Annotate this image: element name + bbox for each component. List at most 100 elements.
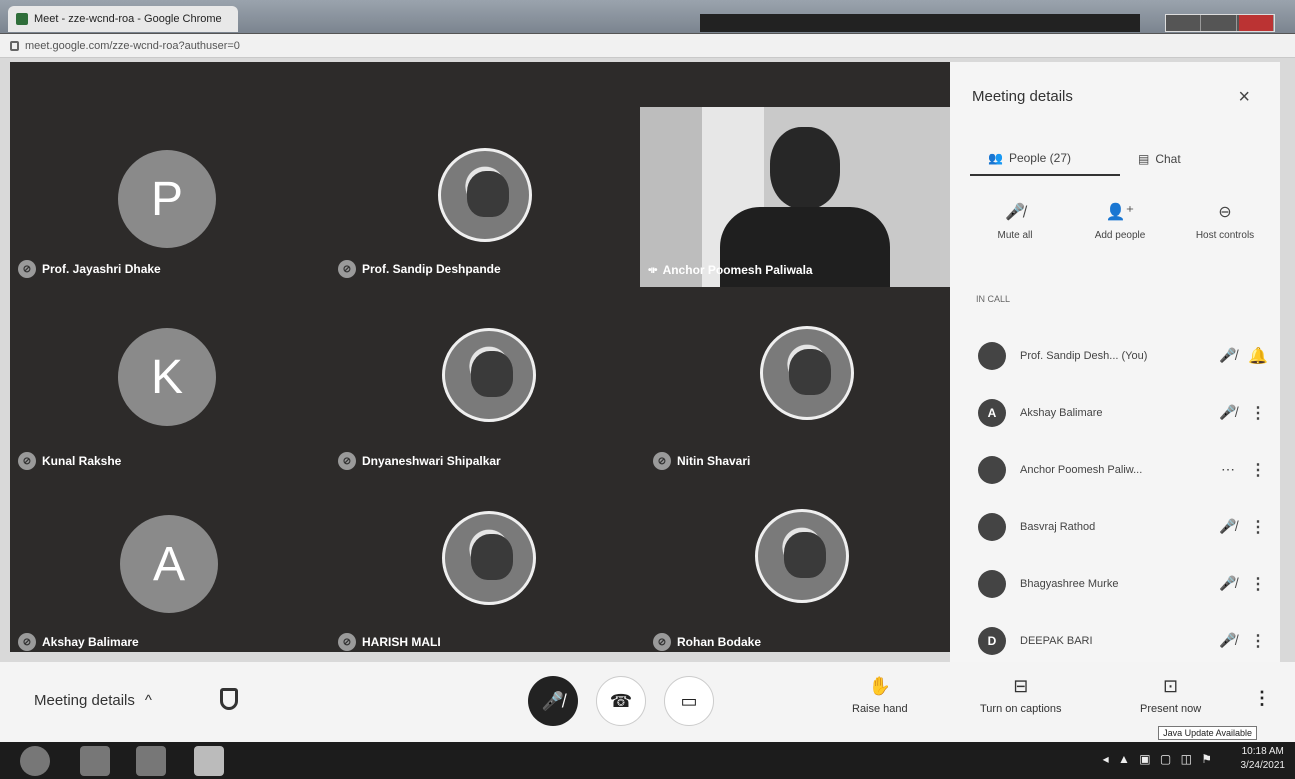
list-item[interactable]: Bhagyashree Murke 🎤̸ ⋮ xyxy=(978,555,1268,612)
more-options-icon[interactable]: ⋮ xyxy=(1248,460,1268,480)
leave-call-button[interactable]: ☎ xyxy=(596,676,646,726)
hand-icon: ✋ xyxy=(868,676,892,696)
participant-tile[interactable]: ⊘ Rohan Bodake xyxy=(645,457,958,651)
avatar-photo xyxy=(755,509,849,603)
chevron-up-icon: ^ xyxy=(144,692,152,709)
host-actions: 🎤̸ Mute all 👤⁺ Add people ⊖ Host controls xyxy=(970,202,1270,241)
participant-name: ⊘ Akshay Balimare xyxy=(18,633,139,651)
avatar: P xyxy=(118,150,216,248)
window-controls[interactable] xyxy=(1165,14,1275,32)
mic-off-icon: 🎤̸ xyxy=(1219,347,1237,363)
browser-title-bar: Meet - zze-wcnd-roa - Google Chrome xyxy=(0,0,1295,34)
address-bar[interactable]: meet.google.com/zze-wcnd-roa?authuser=0 xyxy=(0,34,1295,58)
more-options-icon[interactable]: ⋮ xyxy=(1248,517,1268,537)
avatar: D xyxy=(978,626,1006,655)
lock-icon xyxy=(10,40,19,51)
participant-tile[interactable]: P ⊘ Prof. Jayashri Dhake xyxy=(10,82,323,278)
list-item[interactable]: A Akshay Balimare 🎤̸ ⋮ xyxy=(978,384,1268,441)
list-item[interactable]: D DEEPAK BARI 🎤̸ ⋮ xyxy=(978,612,1268,669)
audio-level-icon: ⋯ xyxy=(1221,461,1235,477)
mic-off-icon: ⊘ xyxy=(653,633,671,651)
system-tray[interactable]: ◂ ▲ ▣ ▢ ◫ ⚑ xyxy=(1103,752,1215,766)
avatar-photo xyxy=(442,511,536,605)
meet-favicon-icon xyxy=(16,13,28,25)
chat-icon: ▤ xyxy=(1138,152,1150,166)
list-item[interactable]: Prof. Sandip Desh... (You) 🎤̸ 🔔 xyxy=(978,327,1268,384)
captions-button[interactable]: ⊟ Turn on captions xyxy=(980,676,1062,715)
close-icon[interactable]: × xyxy=(1238,86,1250,109)
more-options-icon[interactable]: ⋮ xyxy=(1253,688,1271,709)
panel-title: Meeting details xyxy=(972,88,1073,105)
app-icon[interactable] xyxy=(136,746,166,776)
mic-off-icon: 🎤̸ xyxy=(1005,204,1025,221)
start-button-icon[interactable] xyxy=(20,746,50,776)
participant-tile[interactable]: ⊘ Prof. Sandip Deshpande xyxy=(330,82,643,278)
avatar-photo xyxy=(760,326,854,420)
list-item[interactable]: Basvraj Rathod 🎤̸ ⋮ xyxy=(978,498,1268,555)
person-name: Basvraj Rathod xyxy=(1020,520,1096,533)
in-call-heading: IN CALL xyxy=(976,294,1011,304)
video-person-head xyxy=(770,127,840,209)
mic-off-icon: 🎤̸ xyxy=(1219,632,1237,648)
avatar: A xyxy=(120,515,218,613)
file-explorer-icon[interactable] xyxy=(80,746,110,776)
more-options-icon[interactable]: ⋮ xyxy=(1248,631,1268,651)
video-grid: P ⊘ Prof. Jayashri Dhake ⊘ Prof. Sandip De… xyxy=(10,62,950,652)
windows-taskbar: ◂ ▲ ▣ ▢ ◫ ⚑ 10:18 AM 3/24/2021 xyxy=(0,742,1295,779)
participant-tile[interactable]: A ⊘ Akshay Balimare xyxy=(10,457,323,651)
camera-toggle-button[interactable]: ▭ xyxy=(664,676,714,726)
participant-tile[interactable]: ⊘ Nitin Shavari xyxy=(645,262,958,470)
maximize-icon[interactable] xyxy=(1203,15,1238,31)
microphone-toggle-button[interactable]: 🎤̸ xyxy=(528,676,578,726)
mic-off-icon: ⊘ xyxy=(338,633,356,651)
pin-icon[interactable]: 🔔 xyxy=(1248,346,1268,366)
tab-chat[interactable]: ▤ Chat xyxy=(1120,142,1270,176)
tab-people[interactable]: 👥 People (27) xyxy=(970,142,1120,176)
browser-tab[interactable]: Meet - zze-wcnd-roa - Google Chrome xyxy=(8,6,238,32)
shield-icon[interactable] xyxy=(220,688,238,710)
add-people-button[interactable]: 👤⁺ Add people xyxy=(1075,202,1165,241)
camera-icon: ▭ xyxy=(680,690,698,711)
mic-off-icon: ⊘ xyxy=(18,633,36,651)
participant-tile[interactable]: ⊘ HARISH MALI xyxy=(330,457,643,651)
close-window-icon[interactable] xyxy=(1239,15,1275,31)
present-icon: ⊡ xyxy=(1163,676,1179,696)
participant-tile[interactable]: ⊘ Dnyaneshwari Shipalkar xyxy=(330,262,643,470)
more-options-icon[interactable]: ⋮ xyxy=(1248,403,1268,423)
avatar xyxy=(978,512,1006,541)
tab-title: Meet - zze-wcnd-roa - Google Chrome xyxy=(34,13,222,25)
mic-off-icon: 🎤̸ xyxy=(1219,518,1237,534)
person-name: Anchor Poomesh Paliw... xyxy=(1020,463,1143,476)
java-update-notification[interactable]: Java Update Available xyxy=(1158,726,1257,740)
captions-icon: ⊟ xyxy=(1013,676,1029,696)
panel-tabs: 👥 People (27) ▤ Chat xyxy=(970,142,1270,176)
person-name: Prof. Sandip Desh... (You) xyxy=(1020,349,1148,362)
url-text[interactable]: meet.google.com/zze-wcnd-roa?authuser=0 xyxy=(25,40,240,52)
avatar: A xyxy=(978,398,1006,427)
clock[interactable]: 10:18 AM 3/24/2021 xyxy=(1241,745,1286,773)
more-options-icon[interactable]: ⋮ xyxy=(1248,574,1268,594)
mic-off-icon: 🎤̸ xyxy=(1219,404,1237,420)
chrome-icon[interactable] xyxy=(194,746,224,776)
add-person-icon: 👤⁺ xyxy=(1105,204,1135,221)
participant-name: ⊘ HARISH MALI xyxy=(338,633,441,651)
participant-list: Prof. Sandip Desh... (You) 🎤̸ 🔔 A Akshay… xyxy=(978,327,1268,669)
meeting-controls-bar: Meeting details ^ 🎤̸ ☎ ▭ ✋ Raise hand ⊟ Tu… xyxy=(0,662,1295,742)
host-controls-button[interactable]: ⊖ Host controls xyxy=(1180,202,1270,241)
avatar xyxy=(978,341,1006,370)
list-item[interactable]: Anchor Poomesh Paliw... ⋯ ⋮ xyxy=(978,441,1268,498)
participant-tile[interactable]: K ⊘ Kunal Rakshe xyxy=(10,262,323,470)
participant-video-feed[interactable]: •ıı• Anchor Poomesh Paliwala xyxy=(640,107,950,287)
mute-all-button[interactable]: 🎤̸ Mute all xyxy=(970,202,1060,241)
person-name: DEEPAK BARI xyxy=(1020,634,1093,647)
minimize-icon[interactable] xyxy=(1166,15,1201,31)
title-bar-fill xyxy=(700,14,1140,32)
present-now-button[interactable]: ⊡ Present now xyxy=(1140,676,1201,715)
hang-up-icon: ☎ xyxy=(609,690,633,711)
avatar: K xyxy=(118,328,216,426)
meeting-details-button[interactable]: Meeting details ^ xyxy=(34,692,152,709)
people-icon: 👥 xyxy=(988,151,1003,165)
avatar-photo xyxy=(442,328,536,422)
mic-off-icon: 🎤̸ xyxy=(541,690,565,711)
raise-hand-button[interactable]: ✋ Raise hand xyxy=(852,676,908,715)
